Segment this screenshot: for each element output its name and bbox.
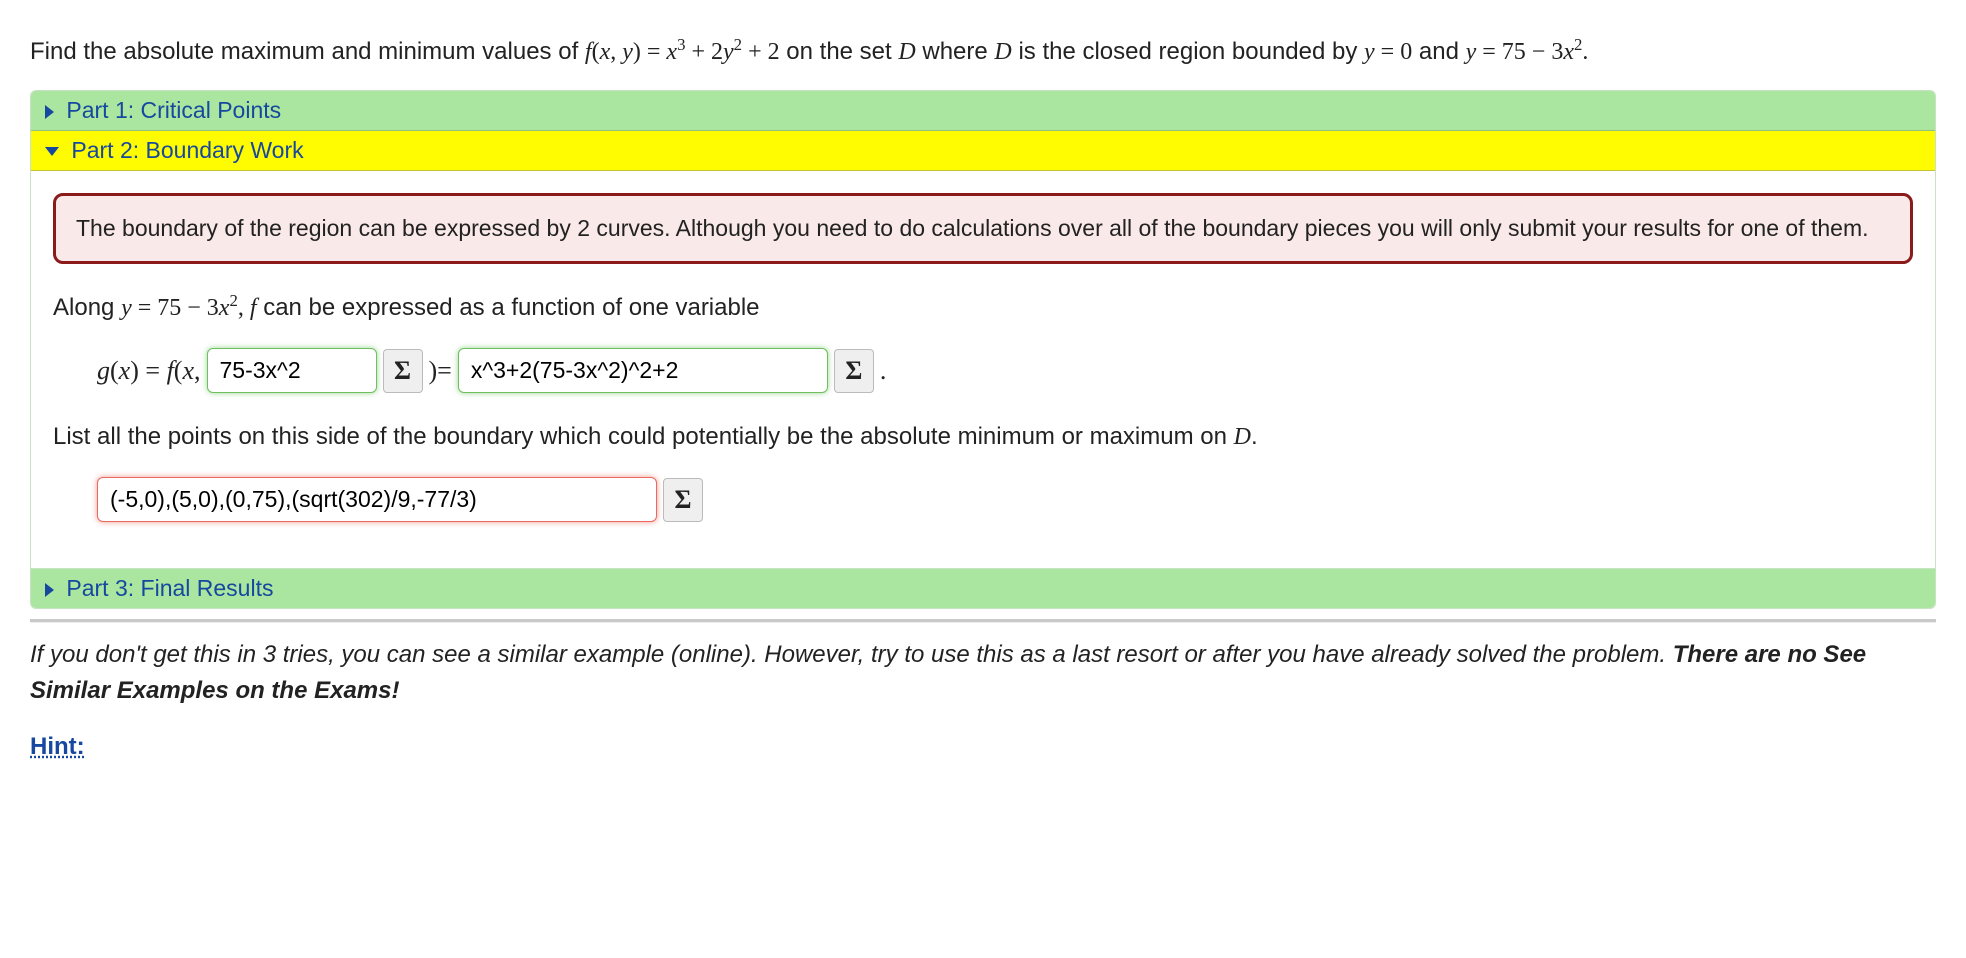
g-of-x-row: g(x) = f(x, Σ )= Σ . [97, 348, 1913, 393]
text: can be expressed as a function of one va… [263, 294, 759, 321]
text: List all the points on this side of the … [53, 423, 1234, 450]
math-y: y [1364, 39, 1375, 65]
part-2-header[interactable]: Part 2: Boundary Work [31, 131, 1935, 171]
math-editor-button[interactable]: Σ [834, 349, 874, 393]
math-f: f [250, 295, 257, 321]
notice-text: The boundary of the region can be expres… [76, 215, 1869, 241]
period: . [1582, 39, 1588, 65]
comma: , [194, 356, 201, 385]
boundary-notice: The boundary of the region can be expres… [53, 193, 1913, 264]
points-row: Σ [97, 477, 1913, 522]
math-y: y [622, 39, 633, 65]
text: Along [53, 294, 121, 321]
math-x: x [182, 356, 194, 385]
text: where [922, 38, 994, 65]
chevron-down-icon [45, 147, 59, 156]
close-paren-eq: )= [429, 356, 452, 386]
chevron-right-icon [45, 583, 54, 597]
paren-open: ( [592, 39, 600, 65]
part-3-title: Part 3: Final Results [66, 575, 273, 601]
parts-container: Part 1: Critical Points Part 2: Boundary… [30, 90, 1936, 609]
math-y: y [121, 295, 132, 321]
math-editor-button[interactable]: Σ [663, 478, 703, 522]
math-f: f [585, 39, 592, 65]
boundary-points-input[interactable] [97, 477, 657, 522]
period: . [1251, 423, 1258, 450]
math-x: x [119, 356, 131, 385]
eq-0: = 0 [1375, 39, 1413, 65]
exp-2: 2 [229, 291, 237, 310]
y-substitution-input[interactable] [207, 348, 377, 393]
set-D: D [994, 39, 1011, 65]
exp-2: 2 [734, 35, 742, 54]
eq-75-3: = 75 − 3 [1476, 39, 1563, 65]
part-2-title: Part 2: Boundary Work [71, 137, 303, 163]
set-D: D [898, 39, 915, 65]
math-g: g [97, 356, 110, 385]
eq: = [139, 356, 167, 385]
chevron-right-icon [45, 105, 54, 119]
text: is the closed region bounded by [1018, 38, 1364, 65]
paren-close: ) [130, 356, 139, 385]
eq-75-3: = 75 − 3 [132, 295, 219, 321]
math-editor-button[interactable]: Σ [383, 349, 423, 393]
footnote: If you don't get this in 3 tries, you ca… [30, 637, 1936, 709]
part-3-header[interactable]: Part 3: Final Results [31, 569, 1935, 608]
part-1-title: Part 1: Critical Points [66, 97, 281, 123]
math-x: x [600, 39, 611, 65]
math-x: x [219, 295, 230, 321]
g-expression-input[interactable] [458, 348, 828, 393]
math-y: y [1466, 39, 1477, 65]
part-2-body: The boundary of the region can be expres… [31, 171, 1935, 569]
math-x: x [666, 39, 677, 65]
math-f: f [167, 356, 174, 385]
paren-close-eq: ) = [633, 39, 667, 65]
text: and [1419, 38, 1466, 65]
comma: , [238, 295, 250, 321]
trailing-period: . [880, 356, 887, 386]
divider [30, 619, 1936, 623]
set-D: D [1234, 424, 1251, 450]
along-line: Along y = 75 − 3x2, f can be expressed a… [53, 288, 1913, 326]
plus-2b: + 2 [742, 39, 780, 65]
list-points-line: List all the points on this side of the … [53, 419, 1913, 455]
part-1-header[interactable]: Part 1: Critical Points [31, 91, 1935, 131]
math-y: y [723, 39, 734, 65]
comma: , [610, 39, 622, 65]
plus-2: + 2 [685, 39, 723, 65]
hint-row: Hint: [30, 733, 1936, 761]
hint-link[interactable]: Hint: [30, 733, 85, 760]
footnote-text: If you don't get this in 3 tries, you ca… [30, 641, 1673, 668]
math-x: x [1563, 39, 1574, 65]
problem-statement: Find the absolute maximum and minimum va… [30, 32, 1936, 70]
text: Find the absolute maximum and minimum va… [30, 38, 585, 65]
text: on the set [786, 38, 898, 65]
paren-open: ( [110, 356, 119, 385]
